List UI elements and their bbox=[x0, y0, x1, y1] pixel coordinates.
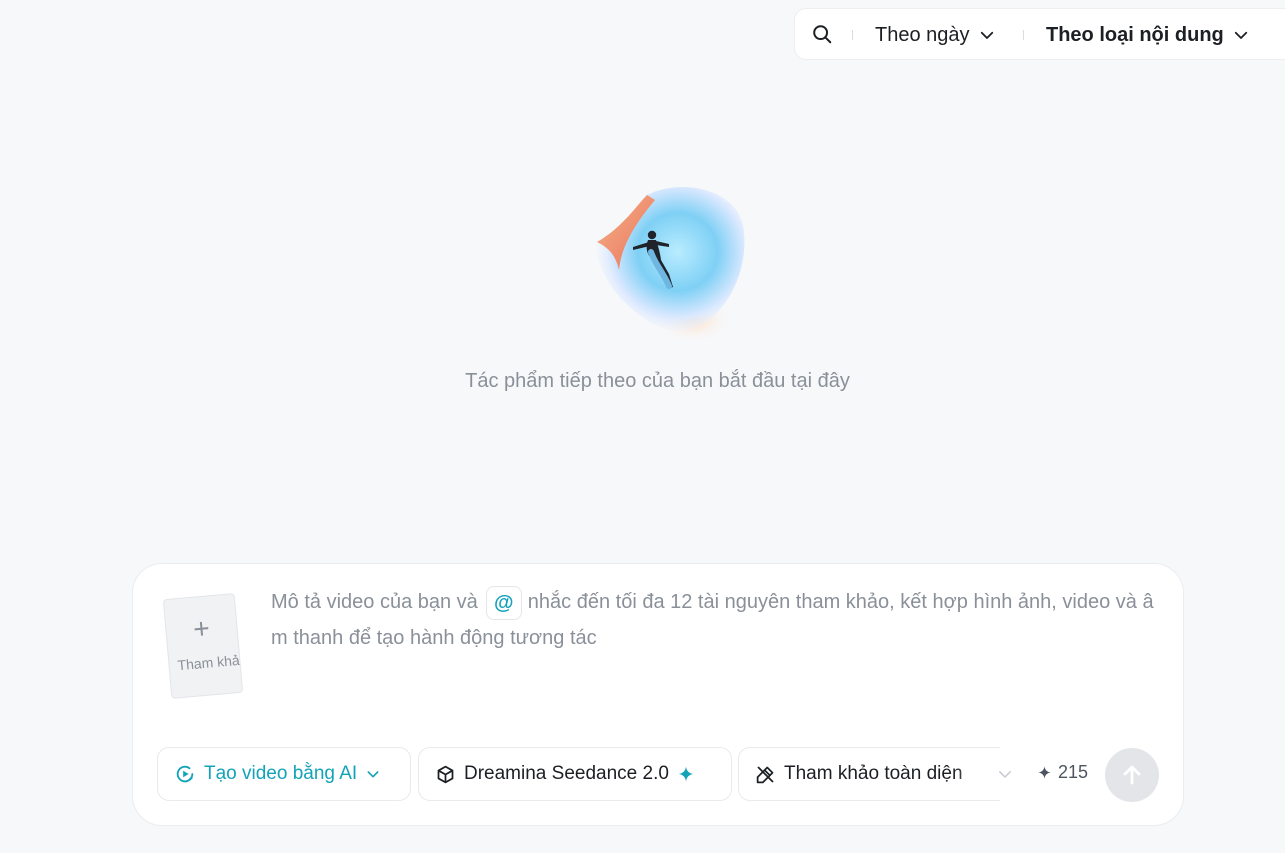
filter-bar: Theo ngày Theo loại nội dung bbox=[794, 8, 1285, 60]
reference-mode-dropdown[interactable]: Tham khảo toàn diện bbox=[738, 747, 1000, 801]
empty-state-illustration bbox=[596, 186, 745, 344]
divider bbox=[852, 30, 853, 40]
search-icon[interactable] bbox=[811, 23, 833, 45]
prompt-composer: + Tham khảo Mô tả video của bạn và @ nhắc … bbox=[132, 563, 1184, 826]
plus-icon: + bbox=[191, 612, 211, 645]
chevron-down-icon bbox=[1234, 31, 1247, 39]
date-filter-label: Theo ngày bbox=[875, 23, 970, 46]
prompt-placeholder-part1: Mô tả video của bạn và bbox=[271, 591, 478, 613]
chevron-down-icon bbox=[980, 31, 993, 39]
sparkle-icon bbox=[1038, 766, 1051, 779]
chevron-down-icon bbox=[367, 771, 379, 778]
send-button[interactable] bbox=[1105, 748, 1159, 802]
arrow-up-icon bbox=[1123, 765, 1141, 785]
divider bbox=[1023, 30, 1024, 40]
model-label: Dreamina Seedance 2.0 bbox=[464, 763, 669, 784]
generation-mode-label: Tạo video bằng AI bbox=[204, 763, 358, 784]
generation-mode-dropdown[interactable]: Tạo video bằng AI bbox=[157, 747, 411, 801]
magic-pen-icon bbox=[756, 766, 774, 783]
reference-card-label: Tham khảo bbox=[176, 651, 244, 674]
content-type-filter-dropdown[interactable]: Theo loại nội dung bbox=[1046, 21, 1250, 49]
cube-icon bbox=[437, 765, 454, 783]
video-ai-icon bbox=[176, 765, 194, 783]
mention-button[interactable]: @ bbox=[485, 585, 522, 620]
add-reference-card[interactable]: + Tham khảo bbox=[162, 593, 244, 699]
model-selector[interactable]: Dreamina Seedance 2.0 bbox=[418, 747, 732, 801]
credits-counter: 215 bbox=[1037, 762, 1088, 783]
prompt-input[interactable]: Mô tả video của bạn và @ nhắc đến tối đa 1… bbox=[271, 584, 1161, 656]
credits-value: 215 bbox=[1058, 762, 1089, 782]
date-filter-dropdown[interactable]: Theo ngày bbox=[875, 21, 996, 49]
content-type-filter-label: Theo loại nội dung bbox=[1046, 23, 1224, 46]
reference-mode-label: Tham khảo toàn diện bbox=[784, 763, 963, 784]
chevron-down-icon bbox=[999, 771, 1011, 778]
empty-state-message: Tác phẩm tiếp theo của bạn bắt đầu tại đ… bbox=[465, 370, 850, 392]
sparkle-icon bbox=[678, 766, 694, 782]
